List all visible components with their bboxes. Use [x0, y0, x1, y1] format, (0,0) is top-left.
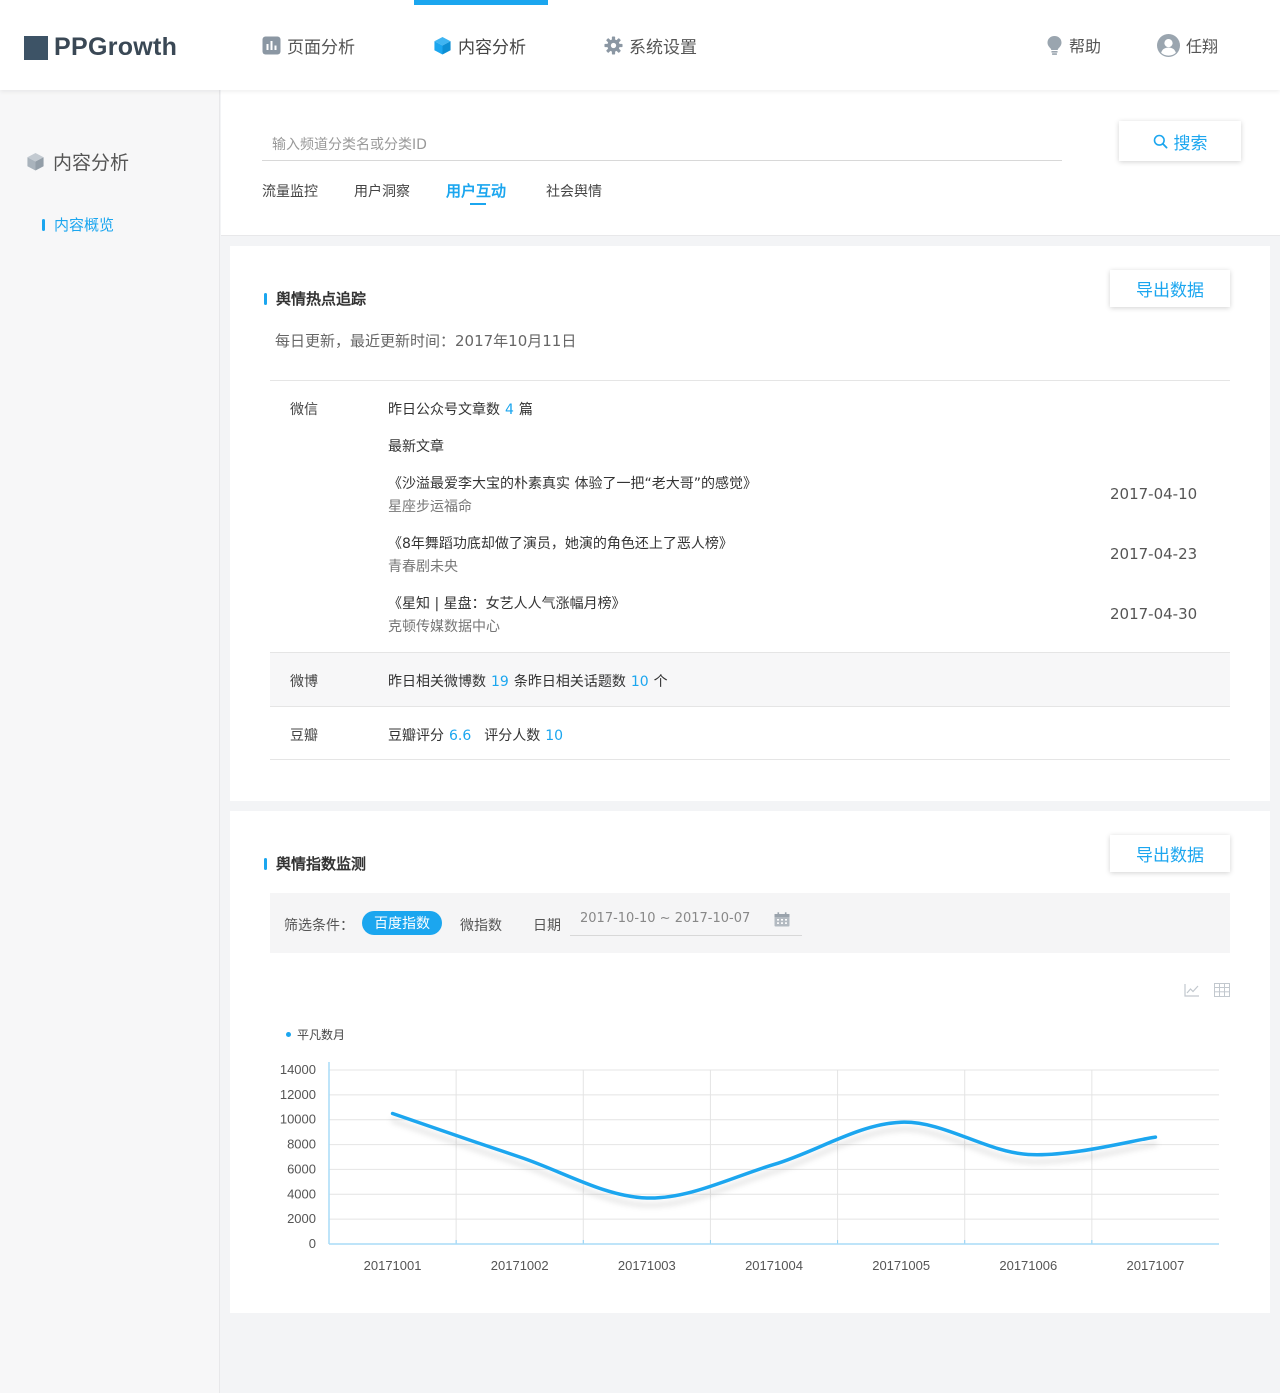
- douban-stats: 豆瓣评分 6.6 评分人数 10: [388, 728, 564, 744]
- app-logo[interactable]: PPGrowth: [24, 33, 177, 62]
- weibo-row: 微博 昨日相关微博数 19 条昨日相关话题数 10 个: [270, 652, 1230, 706]
- sidebar-item-content-overview[interactable]: 内容概览: [42, 214, 114, 235]
- article-source: 青春剧未央: [388, 559, 458, 575]
- search-input[interactable]: [262, 130, 1062, 161]
- x-tick-label: 20171006: [999, 1258, 1057, 1273]
- nav-label: 页面分析: [287, 37, 355, 58]
- weibo-stats: 昨日相关微博数 19 条昨日相关话题数 10 个: [388, 674, 668, 690]
- nav-content-analysis[interactable]: 内容分析: [433, 0, 526, 90]
- avatar-icon: [1157, 33, 1180, 57]
- cube-icon: [433, 36, 452, 55]
- article-title[interactable]: 《沙溢最爱李大宝的朴素真实 体验了一把“老大哥”的感觉》: [388, 473, 757, 493]
- x-tick-label: 20171004: [745, 1258, 803, 1273]
- douban-row: 豆瓣 豆瓣评分 6.6 评分人数 10: [270, 706, 1230, 760]
- user-menu[interactable]: 任翔: [1157, 0, 1218, 90]
- tab-traffic-monitor[interactable]: 流量监控: [262, 181, 318, 201]
- gear-icon: [604, 35, 623, 55]
- article-source: 克顿传媒数据中心: [388, 619, 500, 635]
- article-date: 2017-04-10: [1110, 485, 1198, 503]
- series-line: [390, 1111, 1158, 1200]
- title-accent: [264, 292, 267, 305]
- sidebar-item-label: 内容概览: [54, 216, 115, 234]
- y-tick-label: 0: [309, 1236, 316, 1251]
- bar-chart-icon: [262, 36, 281, 55]
- y-tick-label: 2000: [287, 1211, 316, 1226]
- wechat-row: 微信 昨日公众号文章数 4 篇 最新文章 《沙溢最爱李大宝的朴素真实 体验了一把“老…: [270, 380, 1230, 652]
- y-tick-label: 8000: [287, 1137, 316, 1152]
- search-panel: 搜索 流量监控 用户洞察 用户互动 社会舆情: [221, 90, 1280, 236]
- tab-user-insight[interactable]: 用户洞察: [354, 181, 410, 201]
- article-source: 星座步运福命: [388, 499, 472, 515]
- active-indicator: [42, 218, 45, 231]
- tab-public-opinion[interactable]: 社会舆情: [546, 181, 602, 201]
- article-title[interactable]: 《8年舞蹈功底却做了演员，她演的角色还上了恶人榜》: [388, 533, 733, 553]
- y-tick-label: 10000: [280, 1112, 316, 1127]
- logo-mark: [24, 35, 48, 60]
- help-label: 帮助: [1069, 37, 1102, 56]
- weibo-label: 微博: [290, 674, 318, 690]
- nav-page-analysis[interactable]: 页面分析: [262, 0, 355, 90]
- hotspot-table: 微信 昨日公众号文章数 4 篇 最新文章 《沙溢最爱李大宝的朴素真实 体验了一把“老…: [270, 380, 1230, 760]
- app-name: PPGrowth: [54, 33, 178, 61]
- wechat-label: 微信: [290, 402, 318, 418]
- monitor-card: 舆情指数监测 导出数据 筛选条件： 百度指数 微指数 日期 2017-10-10…: [230, 811, 1270, 1313]
- wechat-article-count: 昨日公众号文章数 4 篇: [388, 402, 533, 418]
- update-info: 每日更新，最近更新时间：2017年10月11日: [275, 332, 577, 350]
- x-tick-label: 20171005: [872, 1258, 930, 1273]
- latest-articles-heading: 最新文章: [388, 439, 444, 455]
- x-tick-label: 20171001: [364, 1258, 422, 1273]
- help-link[interactable]: 帮助: [1046, 0, 1101, 90]
- line-chart: 0 2000 4000 6000 8000 10000 12000 14000 20171001…: [280, 1062, 1219, 1273]
- nav-label: 系统设置: [629, 37, 697, 58]
- search-button[interactable]: 搜索: [1119, 121, 1241, 161]
- nav-label: 内容分析: [458, 37, 526, 58]
- cube-icon: [26, 152, 45, 171]
- x-tick-label: 20171002: [491, 1258, 549, 1273]
- hotspot-title-label: 舆情热点追踪: [276, 290, 367, 308]
- lightbulb-icon: [1046, 35, 1063, 56]
- article-title[interactable]: 《星知 | 星盘：女艺人人气涨幅月榜》: [388, 593, 626, 613]
- douban-label: 豆瓣: [290, 728, 318, 744]
- search-button-label: 搜索: [1173, 133, 1208, 154]
- top-header: PPGrowth 页面分析 内容分析 系统设置 帮助 任翔: [0, 0, 1280, 90]
- sidebar-title: 内容分析: [26, 148, 129, 175]
- x-tick-label: 20171007: [1127, 1258, 1185, 1273]
- search-icon: [1153, 134, 1168, 149]
- x-tick-label: 20171003: [618, 1258, 676, 1273]
- y-tick-label: 12000: [280, 1087, 316, 1102]
- article-date: 2017-04-30: [1110, 605, 1198, 623]
- tab-user-interaction[interactable]: 用户互动: [446, 180, 506, 201]
- hotspot-title: 舆情热点追踪: [264, 288, 366, 309]
- tab-active-underline: [470, 203, 486, 205]
- y-tick-label: 4000: [287, 1186, 316, 1201]
- export-data-button[interactable]: 导出数据: [1110, 270, 1230, 307]
- sidebar: 内容分析 内容概览: [0, 90, 220, 1393]
- y-tick-label: 14000: [280, 1062, 316, 1077]
- nav-system-settings[interactable]: 系统设置: [604, 0, 697, 90]
- user-name: 任翔: [1186, 37, 1219, 56]
- hotspot-card: 舆情热点追踪 导出数据 每日更新，最近更新时间：2017年10月11日 微信 昨…: [230, 246, 1270, 801]
- sidebar-title-label: 内容分析: [53, 152, 130, 174]
- article-date: 2017-04-23: [1110, 545, 1198, 563]
- y-tick-label: 6000: [287, 1161, 316, 1176]
